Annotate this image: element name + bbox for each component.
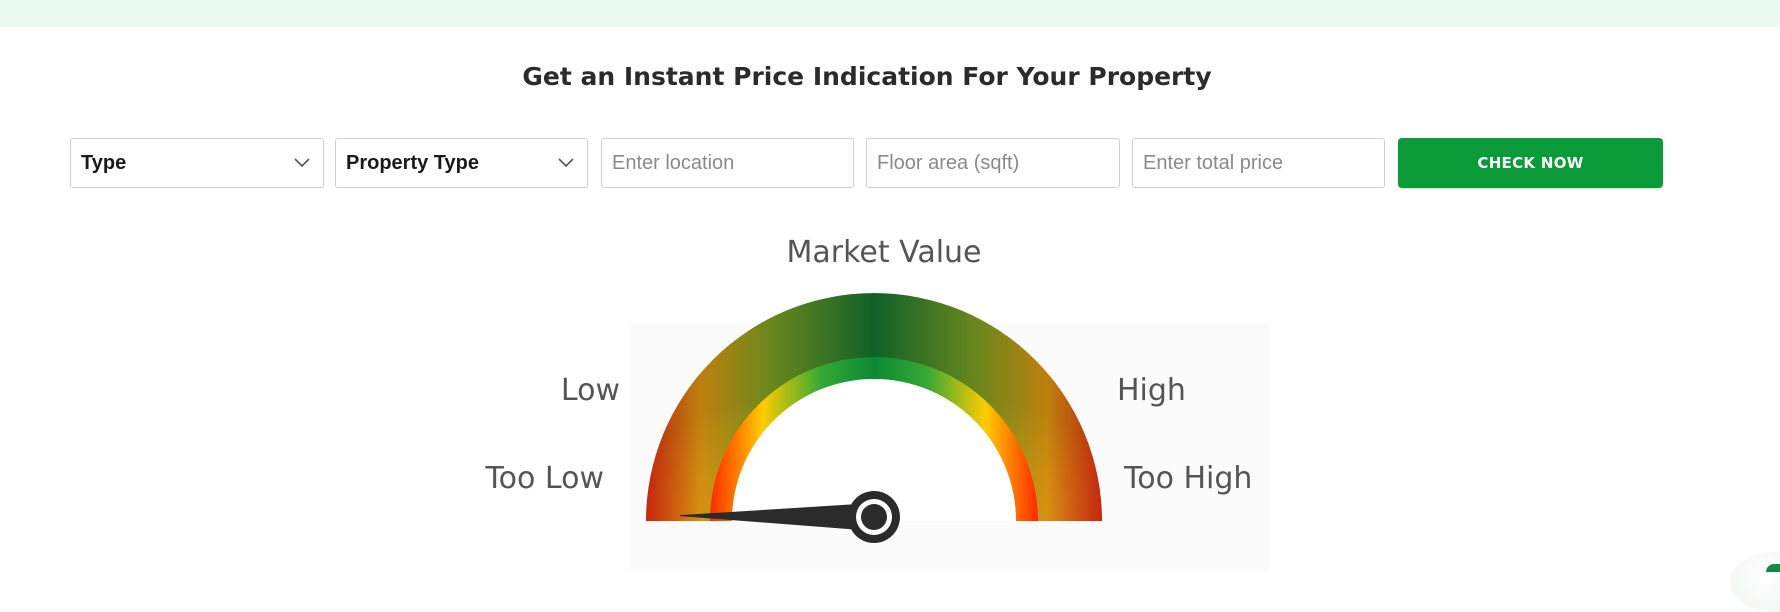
market-value-gauge: Market Value Low High Too Low Too High <box>470 230 1430 582</box>
floor-area-input[interactable] <box>877 151 1109 175</box>
total-price-field <box>1132 138 1385 188</box>
location-input[interactable] <box>612 151 843 175</box>
chat-widget-button[interactable] <box>1766 564 1780 572</box>
gauge-label-high: High <box>1117 373 1186 408</box>
gauge-graphic: Market Value Low High Too Low Too High <box>484 235 1430 582</box>
gauge-label-market-value: Market Value <box>786 235 981 270</box>
type-select[interactable]: Type <box>70 138 324 188</box>
total-price-input[interactable] <box>1143 151 1374 175</box>
property-type-select[interactable]: Property Type <box>335 138 588 188</box>
location-field <box>601 138 854 188</box>
gauge-label-too-low: Too Low <box>484 461 604 496</box>
property-type-select-value: Property Type <box>346 151 479 174</box>
chevron-down-icon <box>291 152 313 174</box>
chevron-down-icon <box>555 152 577 174</box>
page-title: Get an Instant Price Indication For Your… <box>522 62 1212 91</box>
gauge-label-low: Low <box>561 373 620 408</box>
needle-hub-center <box>861 504 887 530</box>
floor-area-field <box>866 138 1120 188</box>
check-now-button[interactable]: CHECK NOW <box>1398 138 1663 188</box>
chat-widget-shadow <box>1730 552 1780 612</box>
top-banner-strip <box>0 0 1780 27</box>
type-select-value: Type <box>81 151 127 174</box>
gauge-label-too-high: Too High <box>1123 461 1252 496</box>
